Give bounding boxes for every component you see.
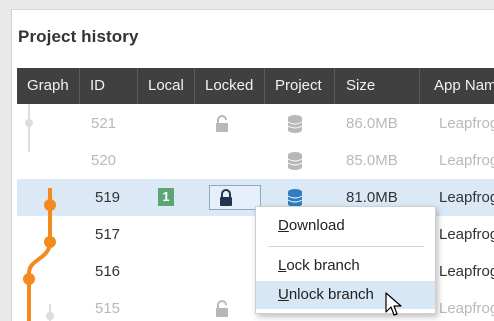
database-icon <box>287 151 303 175</box>
unlock-icon <box>214 300 230 321</box>
row-id: 520 <box>91 152 117 169</box>
row-size: 85.0MB <box>346 152 398 169</box>
menu-item-mnemonic: U <box>278 286 289 303</box>
row-app: Leapfrog <box>439 115 494 132</box>
table-header: Graph ID Local Locked Project Size App N… <box>17 68 494 104</box>
row-id: 515 <box>95 300 121 317</box>
lock-icon <box>218 189 234 211</box>
menu-item-label: ock branch <box>286 257 360 274</box>
col-local[interactable]: Local <box>138 68 195 104</box>
row-id: 519 <box>95 189 121 206</box>
panel-title: Project history <box>18 27 139 46</box>
unlock-icon <box>214 115 230 137</box>
table-row[interactable]: 521 86.0MB Leapfrog <box>17 105 494 142</box>
row-size: 86.0MB <box>346 115 398 132</box>
row-app: Leapfrog <box>439 226 494 243</box>
menu-separator <box>268 246 424 247</box>
database-icon <box>287 114 303 138</box>
col-size[interactable]: Size <box>335 68 420 104</box>
col-id[interactable]: ID <box>80 68 138 104</box>
locked-cell[interactable] <box>209 185 261 210</box>
row-id: 517 <box>95 226 121 243</box>
row-id: 516 <box>95 263 121 280</box>
row-app: Leapfrog <box>439 152 494 169</box>
branch-graph <box>23 104 56 321</box>
mouse-cursor-icon <box>385 292 402 316</box>
table-row[interactable]: 520 85.0MB Leapfrog <box>17 142 494 179</box>
col-project[interactable]: Project <box>265 68 335 104</box>
row-app: Leapfrog <box>439 189 494 206</box>
row-app: Leapfrog <box>439 263 494 280</box>
menu-item-unlock-branch[interactable]: Unlock branch <box>256 281 435 309</box>
menu-item-download[interactable]: Download <box>256 212 435 240</box>
menu-item-mnemonic: D <box>278 217 289 234</box>
row-app: Leapfrog <box>439 300 494 317</box>
col-locked[interactable]: Locked <box>195 68 265 104</box>
local-badge: 1 <box>158 188 174 206</box>
context-menu: Download Lock branch Unlock branch <box>255 206 436 314</box>
row-id: 521 <box>91 115 117 132</box>
menu-item-lock-branch[interactable]: Lock branch <box>256 252 435 280</box>
col-graph[interactable]: Graph <box>17 68 80 104</box>
col-app-name[interactable]: App Nam <box>420 68 494 104</box>
menu-item-label: ownload <box>288 217 345 234</box>
menu-item-label: nlock branch <box>288 286 374 303</box>
